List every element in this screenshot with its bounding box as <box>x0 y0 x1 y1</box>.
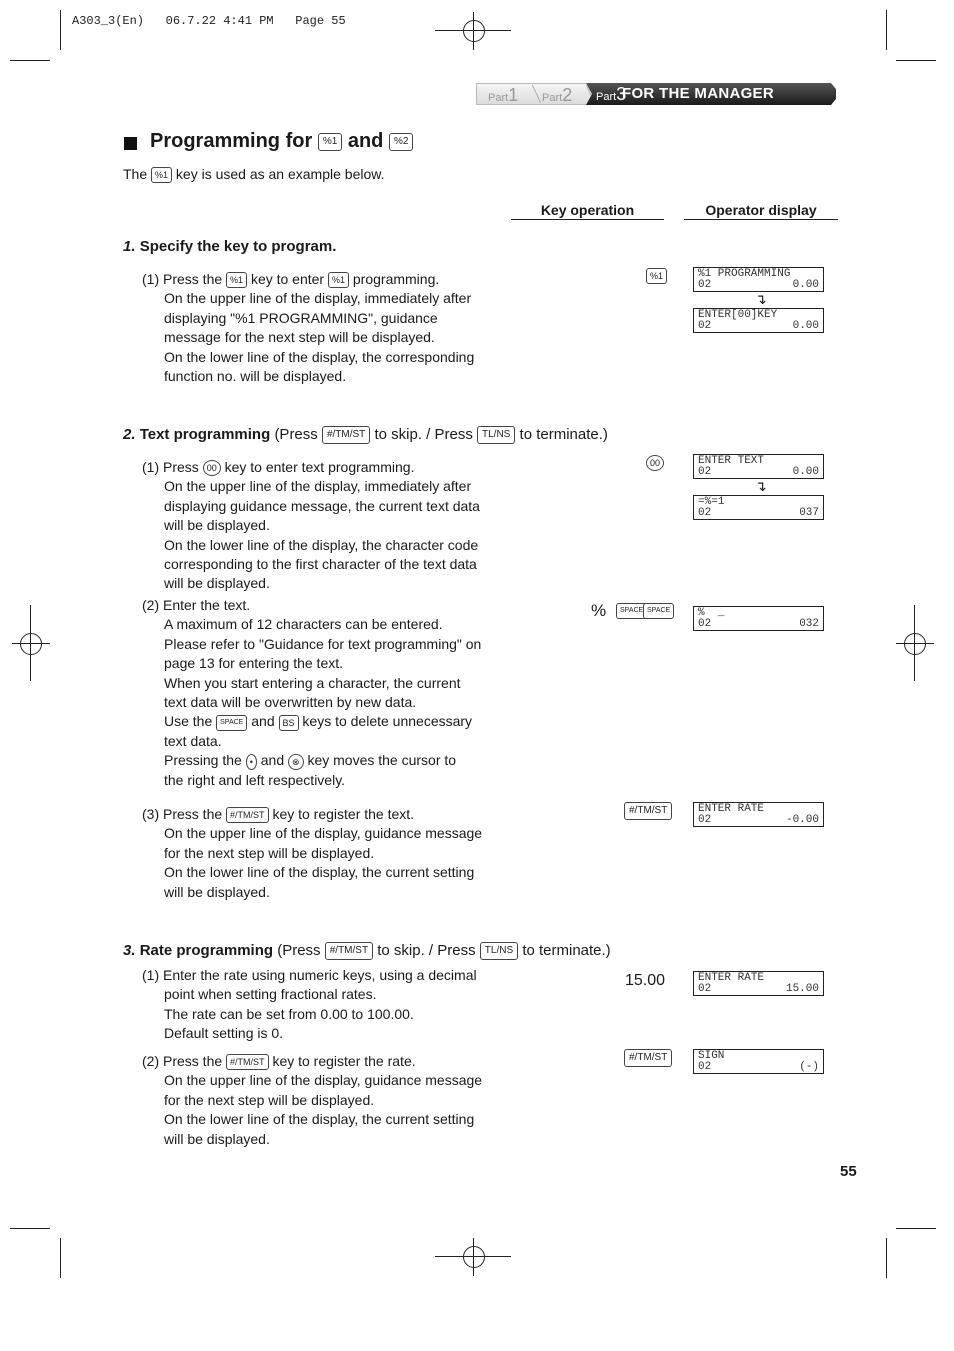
page-number: 55 <box>840 1163 857 1180</box>
key-op-tmst-icon: #/TM/ST <box>624 802 673 820</box>
key-op-percent-text: % <box>591 601 607 620</box>
crop-mark <box>896 1228 936 1229</box>
key-op-00-icon: 00 <box>646 455 665 471</box>
key-percent2-icon: %2 <box>388 132 414 151</box>
crop-mark <box>886 1238 887 1278</box>
step-2-item-2: (2) Enter the text. A maximum of 12 char… <box>142 597 482 788</box>
key-tlns-icon: TL/NS <box>477 426 516 445</box>
arrow-down-icon: ↴ <box>755 291 767 307</box>
section-title: FOR THE MANAGER <box>622 85 774 102</box>
arrow-down-icon: ↴ <box>755 478 767 494</box>
key-tmst-icon: #/TM/ST <box>324 942 374 961</box>
operator-display: =%=1 02 037 <box>693 495 824 520</box>
crop-mark <box>60 1238 61 1278</box>
crop-mark <box>60 10 61 50</box>
part-2-label: Part2 <box>542 85 573 105</box>
part-banner: Part1 Part2 Part3 FOR THE MANAGER <box>476 83 840 105</box>
heading-bullet-icon <box>124 137 137 150</box>
step-2-heading: 2. Text programming (Press #/TM/ST to sk… <box>123 426 608 445</box>
crop-mark <box>896 60 936 61</box>
operator-display: ENTER RATE 02 -0.00 <box>693 802 824 827</box>
operator-display: ENTER[00]KEY 02 0.00 <box>693 308 824 333</box>
operator-display: %1 PROGRAMMING 02 0.00 <box>693 267 824 292</box>
key-op-percent1-icon: %1 <box>646 268 668 284</box>
step-3-heading: 3. Rate programming (Press #/TM/ST to sk… <box>123 942 611 961</box>
column-header-operator-display: Operator display <box>684 202 838 220</box>
key-op-tmst-icon: #/TM/ST <box>624 1049 673 1067</box>
column-header-key-operation: Key operation <box>511 202 664 220</box>
key-tmst-icon: #/TM/ST <box>226 1054 269 1071</box>
step-3-item-2: (2) Press the #/TM/ST key to register th… <box>142 1053 483 1147</box>
intro-text: The %1 key is used as an example below. <box>123 166 385 184</box>
operator-display: % _ 02 032 <box>693 606 824 631</box>
step-2-item-3: (3) Press the #/TM/ST key to register th… <box>142 806 483 900</box>
key-tmst-icon: #/TM/ST <box>321 426 371 445</box>
step-1-heading: 1. Specify the key to program. <box>123 238 337 255</box>
key-percent1-icon: %1 <box>151 167 173 184</box>
key-bs-icon: BS <box>278 714 299 731</box>
key-tmst-icon: #/TM/ST <box>226 807 269 824</box>
key-clear-icon: ⊗ <box>288 753 304 770</box>
page-title: Programming for %1 and %2 <box>150 130 414 153</box>
step-3-item-1: (1) Enter the rate using numeric keys, u… <box>142 967 477 1042</box>
key-space-icon: SPACE <box>216 714 248 731</box>
key-percent1-icon: %1 <box>226 272 248 289</box>
key-dot-icon: • <box>245 753 257 770</box>
part-3-active: Part3 FOR THE MANAGER <box>586 83 836 105</box>
crop-mark <box>10 60 50 61</box>
key-percent1-icon: %1 <box>327 272 349 289</box>
crop-mark <box>10 1228 50 1229</box>
key-op-space-icon: SPACE <box>643 603 675 619</box>
key-00-icon: 00 <box>202 460 221 477</box>
print-header: A303_3(En) 06.7.22 4:41 PM Page 55 <box>72 14 346 28</box>
crop-mark <box>886 10 887 50</box>
key-percent1-icon: %1 <box>317 132 343 151</box>
operator-display: ENTER RATE 02 15.00 <box>693 971 824 996</box>
key-op-rate-value: 15.00 <box>625 972 666 989</box>
operator-display: ENTER TEXT 02 0.00 <box>693 454 824 479</box>
step-2-item-1: (1) Press 00 key to enter text programmi… <box>142 459 480 592</box>
step-1-item-1: (1) Press the %1 key to enter %1 program… <box>142 271 475 385</box>
part-1-label: Part1 <box>488 85 519 105</box>
operator-display: SIGN 02 (-) <box>693 1049 824 1074</box>
key-tlns-icon: TL/NS <box>479 942 519 961</box>
